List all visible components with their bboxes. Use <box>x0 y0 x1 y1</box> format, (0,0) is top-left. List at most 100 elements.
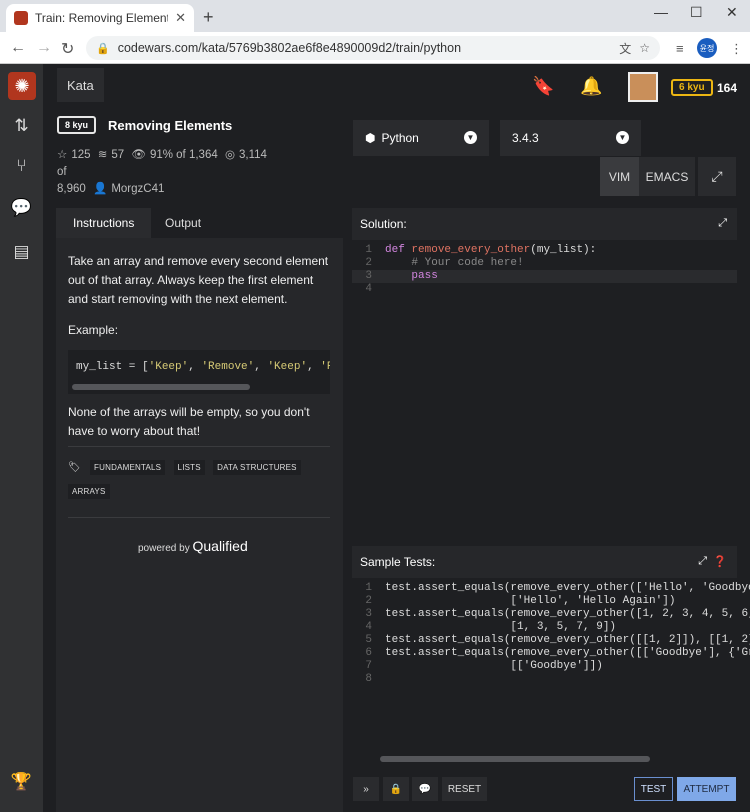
menu-kebab-icon[interactable]: ⋮ <box>730 41 743 57</box>
tests-horizontal-scrollbar[interactable] <box>380 756 650 762</box>
powered-by-qualified[interactable]: powered by Qualified <box>138 538 248 554</box>
test-code-line: 8 <box>365 673 372 685</box>
code-horizontal-scrollbar[interactable] <box>72 384 250 390</box>
lock-icon: 🔒 <box>96 42 110 55</box>
codewars-favicon-icon <box>14 11 28 25</box>
translate-icon[interactable]: 文 <box>619 40 631 57</box>
test-code-line: 4 [1, 3, 5, 7, 9]) <box>365 621 617 633</box>
reading-list-icon[interactable]: ≡ <box>676 41 684 56</box>
left-nav-rail: ✺ ⇅ ⑂ 💬 ▤ 🏆 <box>0 64 43 812</box>
reset-button[interactable]: RESET <box>442 777 487 801</box>
completions-icon: ◎ <box>224 149 235 161</box>
tag-list: 🏷 FUNDAMENTALS LISTS DATA STRUCTURES ARR… <box>68 446 330 507</box>
code-line: 3 pass <box>352 270 737 283</box>
collections-count: 57 <box>111 149 125 161</box>
lock-icon[interactable]: 🔒 <box>383 777 409 801</box>
practice-icon[interactable]: ⇅ <box>0 116 43 136</box>
trophy-icon[interactable]: 🏆 <box>0 772 43 792</box>
expand-icon[interactable]: ⤢ <box>718 217 727 230</box>
close-window-icon[interactable]: ✕ <box>726 4 738 21</box>
solution-editor[interactable]: 1 def remove_every_other(my_list): 2 # Yo… <box>352 240 737 296</box>
tab-instructions[interactable]: Instructions <box>56 208 152 238</box>
codewars-logo-icon[interactable]: ✺ <box>8 72 36 100</box>
forward-icon[interactable]: → <box>36 39 52 57</box>
collections-icon: ≋ <box>97 149 108 161</box>
instructions-body: Take an array and remove every second el… <box>68 252 330 340</box>
instruction-tabs: Instructions Output <box>56 208 343 238</box>
instructions-panel: Instructions Output Take an array and re… <box>56 208 343 812</box>
browser-tab-title: Train: Removing Elements | Codewars <box>35 11 168 25</box>
bookmark-star-icon[interactable]: ☆ <box>639 41 650 55</box>
author-name[interactable]: MorgzC41 <box>111 183 164 195</box>
author-icon: 👤 <box>92 183 108 195</box>
honor-count: 164 <box>717 81 738 95</box>
tag-lists[interactable]: LISTS <box>173 460 205 475</box>
vim-mode-button[interactable]: VIM <box>600 157 639 196</box>
app-top-bar: Kata 🔖 🔔 6 kyu 164 <box>43 64 750 108</box>
browser-tab-bar: Train: Removing Elements | Codewars ✕ + … <box>0 0 750 32</box>
satisfaction-icon: 👁 <box>131 149 146 161</box>
close-tab-icon[interactable]: ✕ <box>175 10 186 26</box>
tab-output[interactable]: Output <box>148 208 218 238</box>
emacs-mode-button[interactable]: EMACS <box>639 157 695 196</box>
test-code-line: 2 ['Hello', 'Hello Again']) <box>365 595 676 607</box>
notifications-bell-icon[interactable]: 🔔 <box>580 76 602 97</box>
language-select[interactable]: ⬢ Python ▼ <box>353 120 489 156</box>
expand-icon[interactable]: ⤢ <box>698 555 707 568</box>
reload-icon[interactable]: ↻ <box>61 39 74 59</box>
example-code-block: my_list = ['Keep', 'Remove', 'Keep', 'Re… <box>68 350 330 394</box>
solution-heading: Solution: <box>360 217 407 231</box>
test-code-line: 7 [['Goodbye']]) <box>365 660 603 672</box>
kata-stats: ☆ 125 ≋ 57 👁 91% of 1,364 ◎ 3,114 of 8,960 👤… <box>57 147 282 198</box>
test-code-line: 6 test.assert_equals(remove_every_other([… <box>365 647 750 659</box>
example-code-line: my_list = ['Keep', 'Remove', 'Keep', 'Re… <box>76 361 330 373</box>
tests-heading: Sample Tests: <box>360 555 436 569</box>
tests-header: Sample Tests: ⤢ ❓ <box>352 546 737 578</box>
new-tab-icon[interactable]: + <box>203 7 214 28</box>
completions-line2: 8,960 <box>57 183 86 195</box>
note-paragraph: None of the arrays will be empty, so you… <box>68 405 310 438</box>
description-paragraph: Take an array and remove every second el… <box>68 254 329 306</box>
url-field[interactable]: 🔒 codewars.com/kata/5769b3802ae6f8e48900… <box>86 36 660 60</box>
discuss-icon[interactable]: 💬 <box>0 198 43 218</box>
language-version: 3.4.3 <box>512 131 539 145</box>
stars-count: 125 <box>71 149 91 161</box>
address-bar-row: ← → ↻ 🔒 codewars.com/kata/5769b3802ae6f8… <box>0 32 750 64</box>
tag-arrays[interactable]: ARRAYS <box>68 484 110 499</box>
solution-header: Solution: ⤢ <box>352 208 737 240</box>
profile-avatar[interactable]: 윤정 <box>697 38 717 58</box>
tests-editor[interactable]: 1 test.assert_equals(remove_every_other([… <box>352 578 750 686</box>
version-select[interactable]: 3.4.3 ▼ <box>500 120 641 156</box>
discuss-icon[interactable]: 💬 <box>412 777 438 801</box>
satisfaction-rating: 91% of 1,364 <box>149 149 218 161</box>
tag-fundamentals[interactable]: FUNDAMENTALS <box>90 460 166 475</box>
divider <box>68 517 330 518</box>
bookmark-icon[interactable]: 🔖 <box>532 76 554 97</box>
python-icon: ⬢ <box>365 131 376 145</box>
code-line: 2 # Your code here! <box>365 257 524 269</box>
user-avatar[interactable] <box>628 72 658 102</box>
example-label: Example: <box>68 323 119 337</box>
fullscreen-icon[interactable]: ⤢ <box>698 157 736 196</box>
url-text: codewars.com/kata/5769b3802ae6f8e4890009… <box>117 41 462 55</box>
kata-title: Removing Elements <box>108 118 233 133</box>
help-icon[interactable]: ❓ <box>713 555 727 568</box>
star-icon[interactable]: ☆ <box>57 149 67 161</box>
minimize-icon[interactable]: — <box>654 4 668 20</box>
back-icon[interactable]: ← <box>10 39 26 57</box>
docs-icon[interactable]: ▤ <box>0 242 43 262</box>
solution-panel: Solution: ⤢ 1 def remove_every_other(my_l… <box>352 208 737 538</box>
kata-nav-tab[interactable]: Kata <box>57 68 104 102</box>
tag-data-structures[interactable]: DATA STRUCTURES <box>213 460 301 475</box>
kata-rank-badge: 8 kyu <box>57 116 97 134</box>
test-button[interactable]: TEST <box>634 777 673 801</box>
browser-tab[interactable]: Train: Removing Elements | Codewars ✕ <box>6 4 194 32</box>
code-line: 1 def remove_every_other(my_list): <box>365 244 597 256</box>
fork-icon[interactable]: ⑂ <box>0 156 43 176</box>
chevron-down-icon: ▼ <box>464 131 477 144</box>
maximize-icon[interactable]: ☐ <box>690 4 703 21</box>
test-code-line: 5 test.assert_equals(remove_every_other([… <box>365 634 750 646</box>
language-name: Python <box>381 131 419 145</box>
attempt-button[interactable]: ATTEMPT <box>677 777 736 801</box>
skip-icon[interactable]: » <box>353 777 379 801</box>
